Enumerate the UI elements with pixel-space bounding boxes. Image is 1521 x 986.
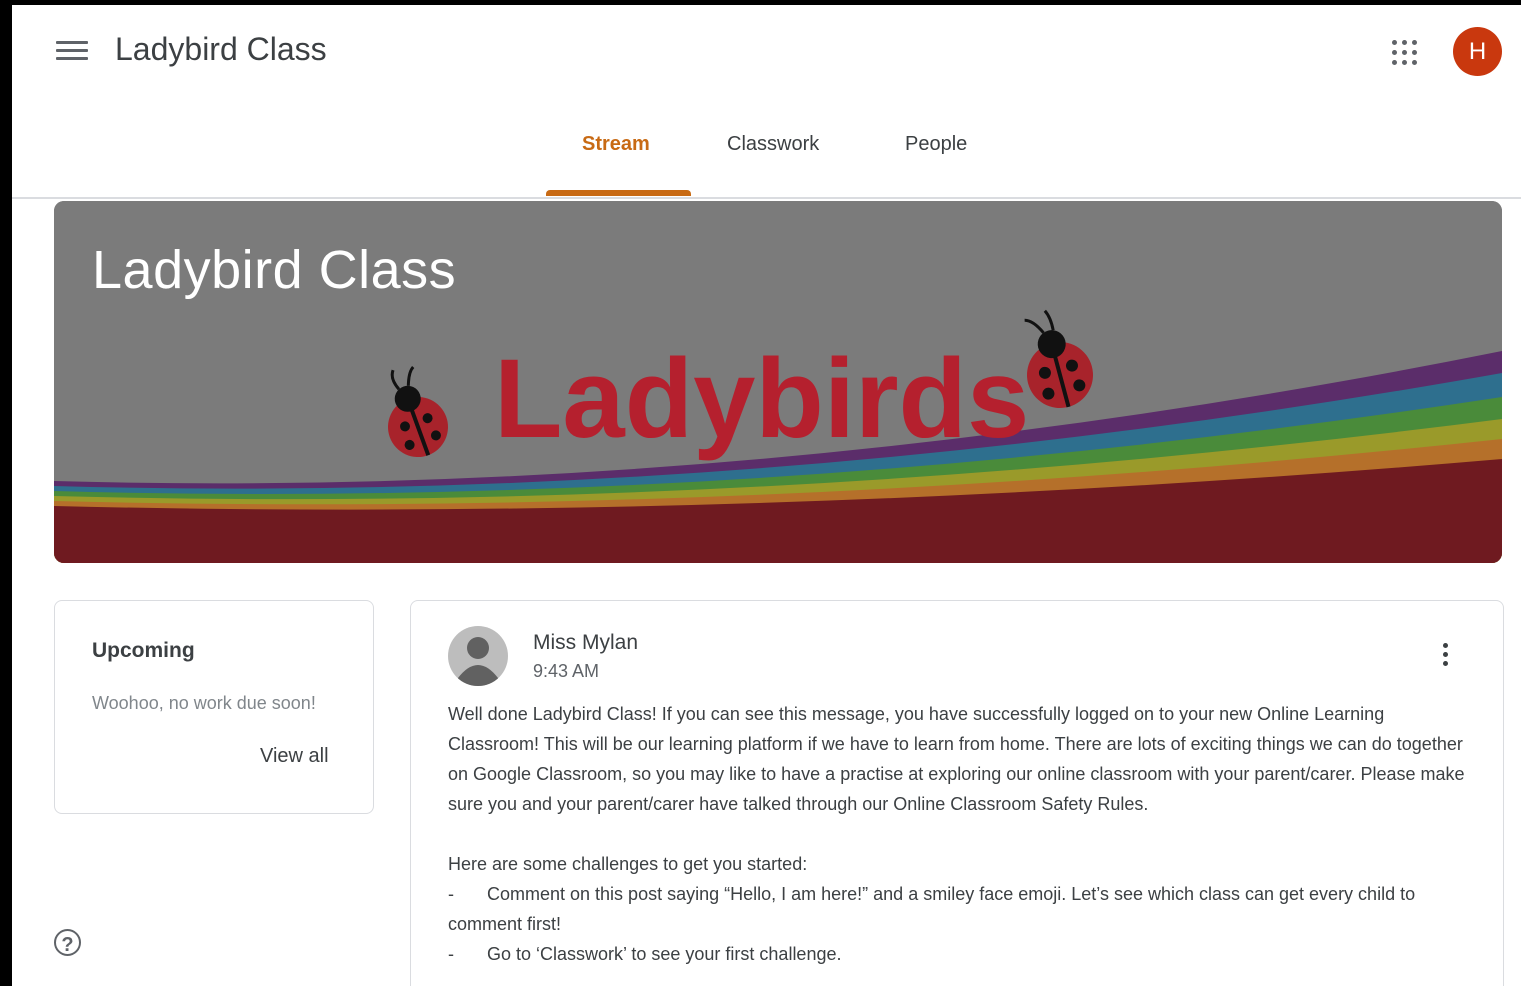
more-vert-icon[interactable] [1439,643,1451,673]
upcoming-title: Upcoming [92,639,195,662]
bullet-dash: - [448,884,454,904]
class-banner: Ladybirds Ladybird Class [54,201,1502,563]
menu-icon-bar [56,57,88,60]
banner-title: Ladybird Class [92,240,457,300]
post-author[interactable]: Miss Mylan [533,631,638,655]
upcoming-empty-text: Woohoo, no work due soon! [92,693,316,713]
post-body: Well done Ladybird Class! If you can see… [448,699,1468,969]
post-intro: Here are some challenges to get you star… [448,854,808,874]
menu-icon-bar [56,41,88,44]
view-all-button[interactable]: View all [260,745,329,768]
announcement-post: Miss Mylan 9:43 AM Well done Ladybird Cl… [410,600,1504,986]
tab-classwork[interactable]: Classwork [727,133,819,156]
classroom-window: Ladybird Class H Stream Classwork People [12,5,1521,986]
person-icon [448,626,508,686]
challenge-item: - Go to ‘Classwork’ to see your first cha… [448,939,1468,969]
menu-icon-bar [56,49,88,52]
challenge-text: Go to ‘Classwork’ to see your first chal… [487,944,842,964]
post-timestamp: 9:43 AM [533,661,600,681]
challenge-item: - Comment on this post saying “Hello, I a… [448,879,1468,939]
post-paragraph: Well done Ladybird Class! If you can see… [448,704,1465,814]
class-title[interactable]: Ladybird Class [115,31,327,68]
bullet-dash: - [448,944,454,964]
challenge-text: Comment on this post saying “Hello, I am… [448,884,1416,934]
apps-grid-icon[interactable] [1392,40,1418,66]
upcoming-card: Upcoming Woohoo, no work due soon! View … [54,600,374,814]
account-avatar[interactable]: H [1453,27,1502,76]
tab-stream[interactable]: Stream [582,133,650,156]
app-bar: Ladybird Class H Stream Classwork People [12,5,1521,199]
main-menu-button[interactable] [54,36,90,66]
banner-artwork-text: Ladybirds [494,336,1029,461]
active-tab-indicator [546,190,691,196]
help-icon[interactable]: ? [54,929,81,956]
tab-people[interactable]: People [905,133,967,156]
